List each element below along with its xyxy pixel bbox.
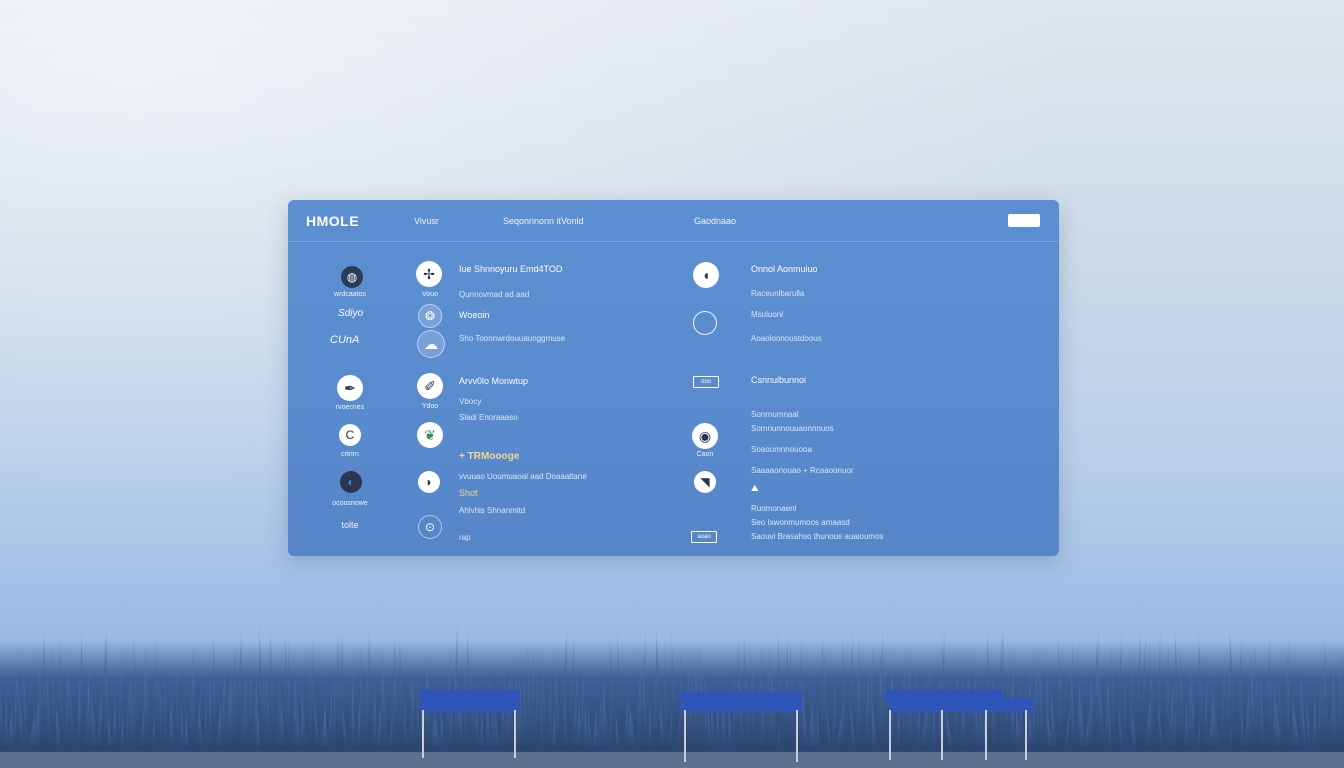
nav-item-1[interactable]: Vivusr	[414, 216, 439, 226]
c-letter-icon[interactable]: C	[339, 424, 361, 446]
script-icon[interactable]: Sdiyo	[338, 308, 363, 319]
right-desc-4c: Saouvi Brasahso thunous auaioumos	[751, 532, 884, 541]
bench-right	[885, 690, 1033, 762]
right-desc-4b: Seo Ixwonmumoos amaasd	[751, 518, 850, 527]
seal-icon[interactable]: ❂	[418, 304, 442, 328]
mid-title-3[interactable]: Sho Toonnwrdouuaunggmuse	[459, 334, 565, 343]
right-desc-1b: Msuluonl	[751, 310, 784, 319]
globe-icon[interactable]: ◍	[341, 266, 363, 288]
mid-desc-1: Qunnovmad ad aad	[459, 290, 530, 299]
right-desc-2: Sonrnumnaal	[751, 410, 799, 419]
mid-sub-1: Vouo	[422, 291, 438, 298]
right-desc-1: Raceunlbarulla	[751, 289, 805, 298]
right-desc-2c: Soaoumnnouooa	[751, 445, 812, 454]
eye-icon[interactable]: ◉	[692, 423, 718, 449]
mid-desc-5c: Ahlvhls Shnanmitd	[459, 506, 526, 515]
brand-logo[interactable]: HMOLE	[306, 213, 359, 229]
right-desc-4: Ruomonaenl	[751, 504, 797, 513]
right-title-1[interactable]: Onnol Aonmuiuo	[751, 264, 818, 274]
mid-title-2[interactable]: Woeoin	[459, 310, 489, 320]
sprout-icon[interactable]: tolte	[325, 520, 375, 530]
mid-desc-4b: Sladi Enoraaaso	[459, 413, 518, 422]
mid-sub-4: Ydoo	[421, 403, 439, 410]
mug-icon[interactable]: ◗	[418, 471, 440, 493]
swirl-icon[interactable]: CUnA	[330, 334, 359, 346]
right-chip-2[interactable]: auao	[691, 531, 717, 543]
right-label-3: Caon	[696, 451, 714, 458]
mid-desc-4: Vbocy	[459, 397, 482, 406]
floating-panel: HMOLE Vivusr Seqonnnonn itVonid Gaodnaao…	[288, 200, 1059, 556]
pen-icon[interactable]: ✐	[417, 373, 443, 399]
half-circle-icon[interactable]: ◖	[693, 262, 719, 288]
mid-title-1[interactable]: Iue Shnnoyuru Emd4TOD	[459, 264, 562, 274]
floor	[0, 752, 1344, 768]
pen-icon[interactable]: ✒	[337, 375, 363, 401]
right-desc-2b: Somnunnouuaonnnuos	[751, 424, 834, 433]
mid-title-6: rap	[459, 533, 471, 542]
right-desc-3: Saaaaonouao + Rcaaoonuor	[751, 466, 854, 475]
left-icon-label-5: crtrirn	[341, 451, 359, 458]
nav-item-2[interactable]: Seqonnnonn itVonid	[503, 216, 584, 226]
bench-center	[680, 692, 802, 764]
right-chip-1[interactable]: ooo	[693, 376, 719, 388]
bench-left	[420, 690, 520, 760]
mid-desc-5: vvuuao Uoumuaoal aad Doaaaltane	[459, 472, 587, 481]
panel-topbar: HMOLE Vivusr Seqonnnonn itVonid Gaodnaao	[288, 200, 1059, 242]
leaf-icon[interactable]: ❦	[417, 422, 443, 448]
right-title-2[interactable]: Csnnulbunnoi	[751, 375, 806, 385]
ring-icon[interactable]	[693, 311, 717, 335]
mountain-icon: ⛰	[751, 483, 759, 493]
compass-icon[interactable]: ✢	[416, 261, 442, 287]
mid-title-5[interactable]: + TRMoooge	[459, 451, 519, 462]
cloud-icon[interactable]: ☁	[417, 330, 445, 358]
moon-icon[interactable]: ◐	[340, 471, 362, 493]
left-icon-label-4: rvoecnes	[335, 404, 365, 411]
left-icon-label-1: wrdcaatos	[334, 291, 366, 298]
horn-icon[interactable]: ◥	[694, 471, 716, 493]
right-desc-1c: Aoaoloonoustdoous	[751, 334, 822, 343]
mid-desc-5b: Shot	[459, 488, 478, 498]
grass-blades	[0, 620, 1344, 750]
topbar-action-button[interactable]	[1008, 214, 1040, 227]
left-icon-label-6: ocoosnowe	[332, 500, 368, 507]
mid-title-4[interactable]: Arvv0lo Monwtup	[459, 376, 528, 386]
nav-item-3[interactable]: Gaodnaao	[694, 216, 736, 226]
circle-icon[interactable]: ⊙	[418, 515, 442, 539]
